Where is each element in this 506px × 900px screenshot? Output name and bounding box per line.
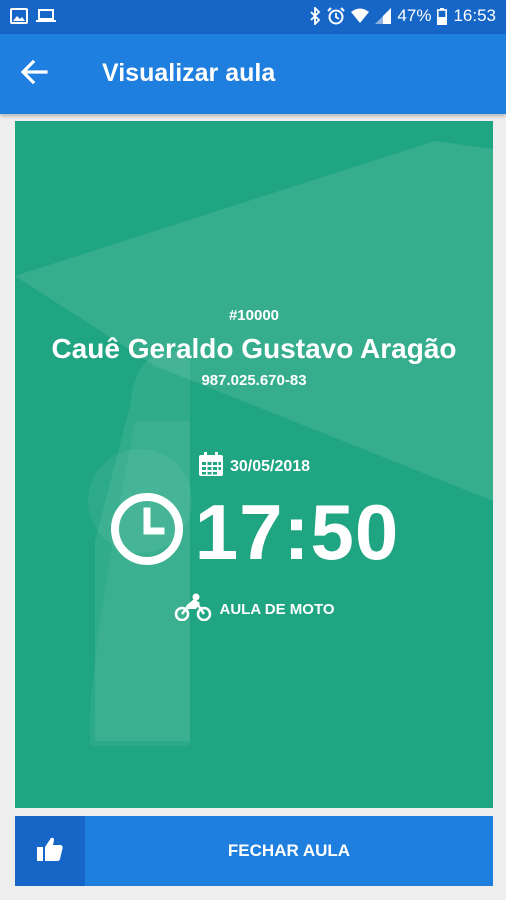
motorcycle-icon [174,593,212,625]
close-lesson-button[interactable]: FECHAR AULA [15,816,493,886]
bluetooth-icon [309,7,321,25]
lesson-time-row: 17:50 [15,491,493,572]
back-button[interactable] [14,56,54,92]
clock-icon [109,491,185,572]
status-bar: 47% 16:53 [0,0,506,34]
calendar-icon [198,451,224,482]
lesson-card: #10000 Cauê Geraldo Gustavo Aragão 987.0… [15,121,493,808]
close-lesson-label: FECHAR AULA [227,841,351,860]
page-title: Visualizar aula [102,59,276,87]
image-icon [10,8,28,24]
lesson-type: AULA DE MOTO [219,600,335,618]
battery-icon [437,7,448,25]
signal-icon [375,8,392,24]
student-name: Cauê Geraldo Gustavo Aragão [51,333,457,364]
laptop-icon [36,8,56,24]
app-bar: Visualizar aula [0,34,506,114]
close-lesson-icon-box [15,816,85,886]
student-document: 987.025.670-83 [201,372,307,389]
lesson-type-row: AULA DE MOTO [15,593,493,625]
lesson-id: #10000 [228,307,280,324]
arrow-left-icon [20,59,48,90]
wifi-icon [351,8,370,24]
lesson-time: 17:50 [194,487,400,576]
alarm-icon [327,7,346,25]
clock-time: 16:53 [453,6,496,25]
battery-percentage: 47% [397,6,432,25]
lesson-date: 30/05/2018 [229,457,311,475]
lesson-date-row: 30/05/2018 [15,451,493,482]
thumbs-up-icon [36,836,64,867]
